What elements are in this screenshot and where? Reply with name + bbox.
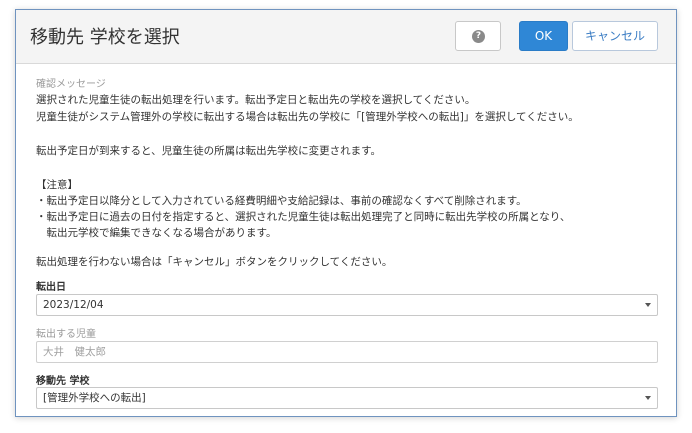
ok-button[interactable]: OK: [519, 21, 568, 51]
help-button[interactable]: ?: [455, 21, 501, 51]
message-line: 【注意】: [36, 179, 78, 191]
chevron-down-icon: [645, 396, 651, 400]
student-label: 転出する児童: [36, 329, 96, 340]
message-line: 転出処理を行わない場合は「キャンセル」ボタンをクリックしてください。: [36, 256, 393, 268]
destination-value: [管理外学校への転出]: [43, 392, 146, 404]
message-line: 転出予定日が到来すると、児童生徒の所属は転出先学校に変更されます。: [36, 145, 382, 157]
message-label: 確認メッセージ: [36, 79, 106, 90]
destination-label: 移動先 学校: [36, 376, 90, 387]
message-line: 転出元学校で編集できなくなる場合があります。: [36, 227, 277, 239]
message-line: 選択された児童生徒の転出処理を行います。転出予定日と転出先の学校を選択してくださ…: [36, 94, 476, 106]
transfer-date-value: 2023/12/04: [43, 299, 104, 311]
dialog-title: 移動先 学校を選択: [30, 27, 180, 48]
transfer-date-select[interactable]: 2023/12/04: [36, 294, 658, 316]
destination-select[interactable]: [管理外学校への転出]: [36, 387, 658, 409]
dialog-header: 移動先 学校を選択 ? OK キャンセル: [16, 10, 676, 64]
message-line: 児童生徒がシステム管理外の学校に転出する場合は転出先の学校に「[管理外学校への転…: [36, 111, 579, 123]
student-field: 大井 健太郎: [36, 341, 658, 363]
question-icon: ?: [472, 30, 485, 43]
chevron-down-icon: [645, 303, 651, 307]
message-line: ・転出予定日以降分として入力されている経費明細や支給記録は、事前の確認なくすべて…: [36, 195, 527, 207]
message-line: ・転出予定日に過去の日付を指定すると、選択された児童生徒は転出処理完了と同時に転…: [36, 211, 571, 223]
cancel-button[interactable]: キャンセル: [572, 21, 658, 51]
transfer-dialog: 移動先 学校を選択 ? OK キャンセル 確認メッセージ 選択された児童生徒の転…: [15, 9, 677, 417]
transfer-date-label: 転出日: [36, 282, 66, 293]
